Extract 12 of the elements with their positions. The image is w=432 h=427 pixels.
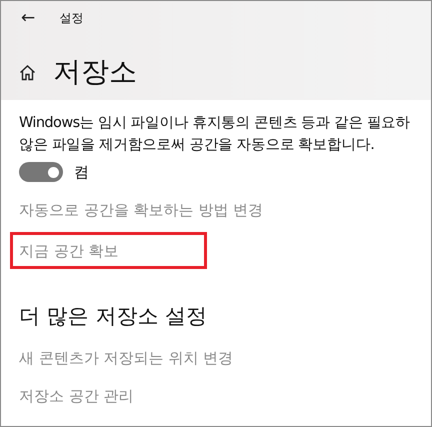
window-title: 설정 (59, 10, 84, 26)
home-icon (19, 64, 36, 80)
section-heading: 더 많은 저장소 설정 (19, 303, 208, 330)
settings-link[interactable]: 저장소 공간 관리 (19, 387, 134, 406)
toggle-label: 켬 (74, 162, 89, 182)
settings-link[interactable]: 새 콘텐츠가 저장되는 위치 변경 (19, 349, 234, 368)
page-heading: 저장소 (53, 54, 137, 90)
back-button[interactable]: ← (13, 8, 44, 28)
description-text: 않은 파일을 제거함으로써 공간을 자동으로 확보합니다. (19, 136, 376, 155)
description-text: Windows는 임시 파일이나 휴지통의 콘텐츠 등과 같은 필요하 (19, 114, 411, 133)
settings-link[interactable]: 지금 공간 확보 (19, 242, 119, 261)
settings-link[interactable]: 자동으로 공간을 확보하는 방법 변경 (19, 201, 264, 220)
